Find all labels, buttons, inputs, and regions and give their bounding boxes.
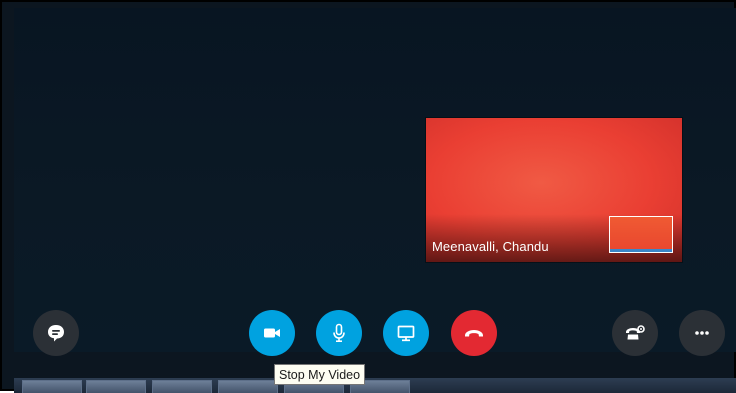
self-video-preview[interactable] [609,216,673,253]
more-options-icon [691,322,713,344]
phone-settings-icon [623,322,647,344]
screen-share-icon [395,322,417,344]
map-app-icon[interactable] [22,380,82,393]
microphone-icon [328,322,350,344]
more-options-button[interactable] [679,310,725,356]
chat-button[interactable] [33,310,79,356]
video-toggle-button[interactable] [249,310,295,356]
chat-bubble-icon [45,322,67,344]
microphone-button[interactable] [316,310,362,356]
document-app-icon[interactable] [218,380,278,393]
participant-video-tile[interactable]: Meenavalli, Chandu [426,118,682,262]
participant-name: Meenavalli, Chandu [432,239,549,254]
video-button-tooltip: Stop My Video [274,364,366,385]
video-camera-icon [261,322,283,344]
dialpad-button[interactable] [612,310,658,356]
skype-app-icon[interactable] [86,380,146,393]
hang-up-icon [462,322,486,344]
skype-call-window: Meenavalli, Chandu Stop My Video [0,0,736,393]
screen-share-button[interactable] [383,310,429,356]
end-call-button[interactable] [451,310,497,356]
excel-app-icon[interactable] [152,380,212,393]
